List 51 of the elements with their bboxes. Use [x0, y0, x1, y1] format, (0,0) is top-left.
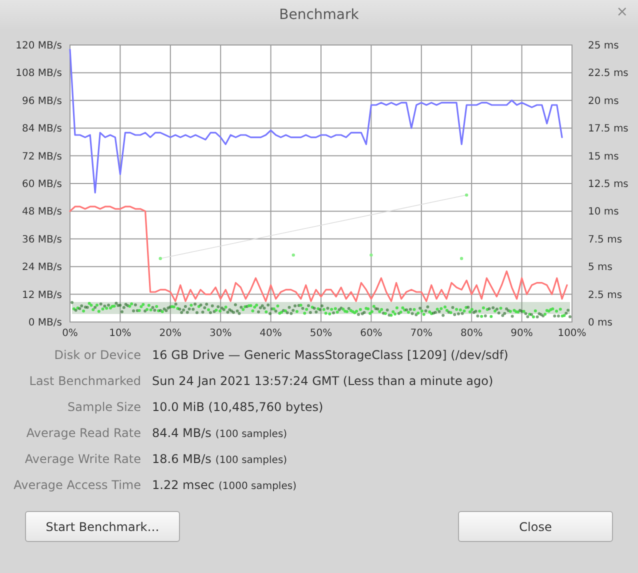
close-dialog-button[interactable]: Close	[458, 511, 613, 542]
axis-label: 0 ms	[588, 318, 612, 328]
detail-label: Disk or Device	[53, 347, 141, 364]
detail-value: 16 GB Drive — Generic MassStorageClass [1209] (/dev/sdf)	[152, 347, 508, 364]
axis-label: 24 MB/s	[22, 262, 62, 274]
sample-count: (1000 samples)	[218, 480, 296, 494]
detail-value: 84.4 MB/s	[152, 425, 212, 442]
axis-label: 40%	[260, 328, 282, 339]
axis-label: 7.5 ms	[588, 234, 622, 246]
axis-label: 96 MB/s	[22, 96, 62, 107]
detail-label: Average Read Rate	[25, 425, 141, 442]
sample-count: (100 samples)	[215, 428, 288, 442]
detail-value: 18.6 MB/s	[152, 451, 212, 468]
detail-label: Average Access Time	[12, 477, 141, 494]
axis-label: 0 MB/s	[28, 318, 62, 328]
axis-label: 22.5 ms	[588, 68, 628, 80]
axis-label: 30%	[209, 328, 232, 339]
detail-label: Average Write Rate	[24, 451, 141, 468]
axis-label: 2.5 ms	[588, 290, 622, 301]
detail-value: 1.22 msec	[152, 477, 214, 494]
axis-label: 10 ms	[588, 206, 619, 218]
axis-label: 60%	[360, 328, 382, 339]
detail-value: 10.0 MiB (10,485,760 bytes)	[152, 399, 324, 416]
axis-label: 17.5 ms	[588, 124, 628, 135]
axis-label: 84 MB/s	[22, 124, 62, 135]
start-benchmark-button[interactable]: Start Benchmark…	[25, 511, 180, 542]
axis-label: 20%	[159, 328, 182, 339]
detail-label: Last Benchmarked	[28, 373, 141, 390]
axis-label: 12.5 ms	[588, 179, 628, 190]
detail-label: Sample Size	[66, 399, 141, 416]
axis-label: 80%	[460, 328, 483, 339]
axis-label: 0%	[62, 328, 78, 339]
axis-label: 120 MB/s	[16, 40, 62, 52]
window-title: Benchmark	[279, 6, 359, 24]
axis-label: 25 ms	[588, 40, 619, 52]
axis-label: 48 MB/s	[22, 206, 62, 218]
axis-label: 70%	[410, 328, 433, 339]
axis-label: 60 MB/s	[22, 179, 62, 190]
axis-label: 15 ms	[588, 151, 619, 162]
axis-label: 50%	[310, 328, 332, 339]
axis-label: 5 ms	[588, 262, 612, 274]
axis-label: 36 MB/s	[22, 234, 62, 246]
sample-count: (100 samples)	[215, 454, 288, 468]
axis-label: 10%	[109, 328, 132, 339]
axis-label: 108 MB/s	[16, 68, 62, 80]
axis-label: 12 MB/s	[22, 290, 62, 301]
axis-label: 72 MB/s	[22, 151, 62, 162]
axis-label: 100%	[558, 328, 586, 339]
detail-value: Sun 24 Jan 2021 13:57:24 GMT (Less than a minute ago)	[152, 373, 494, 390]
axis-label: 90%	[510, 328, 533, 339]
axis-label: 20 ms	[588, 96, 619, 107]
